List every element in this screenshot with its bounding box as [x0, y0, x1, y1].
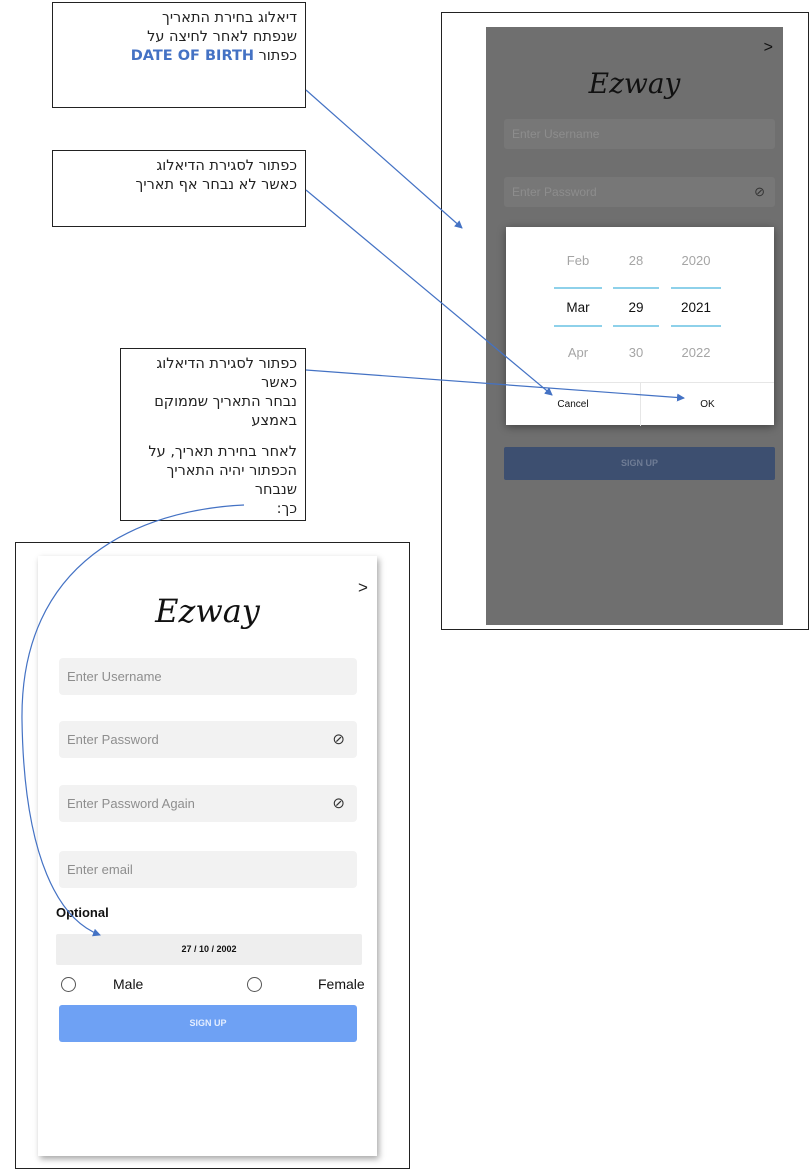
app-logo: Ezway [155, 592, 260, 630]
note-line: דיאלוג בחירת התאריך [162, 10, 297, 26]
month-next[interactable]: Apr [548, 345, 608, 360]
year-selected[interactable]: 2021 [666, 300, 726, 315]
password-placeholder: Enter Password [67, 732, 159, 747]
password-field[interactable]: Enter Password ⊘ [504, 177, 775, 207]
ok-button[interactable]: OK [641, 383, 774, 426]
back-chevron-icon[interactable]: > [764, 39, 773, 57]
day-next[interactable]: 30 [606, 345, 666, 360]
password-again-field[interactable]: Enter Password Again ⊘ [59, 785, 357, 822]
selection-line [671, 287, 721, 289]
note-line: הכפתור יהיה התאריך שנבחר [166, 463, 297, 498]
phone-screen-result: > Ezway Enter Username Enter Password ⊘ E… [38, 556, 377, 1156]
arrow-dialog [305, 89, 463, 229]
cancel-button[interactable]: Cancel [506, 383, 640, 426]
eye-off-icon[interactable]: ⊘ [332, 785, 345, 822]
annotation-date-dialog: דיאלוג בחירת התאריך שנפתח לאחר לחיצה על … [52, 2, 306, 108]
note-highlight: DATE OF BIRTH [130, 48, 254, 64]
note-line: כך: [276, 501, 297, 517]
note-text: כפתור [254, 48, 297, 64]
selection-line [554, 287, 602, 289]
selection-line [613, 287, 659, 289]
note-line: נבחר התאריך שממוקם באמצע [154, 394, 297, 429]
day-prev[interactable]: 28 [606, 253, 666, 268]
date-of-birth-button[interactable]: 27 / 10 / 2002 [56, 934, 362, 965]
password-field[interactable]: Enter Password ⊘ [59, 721, 357, 758]
note-line: שנפתח לאחר לחיצה על [147, 29, 297, 45]
day-selected[interactable]: 29 [606, 300, 666, 315]
annotation-cancel: כפתור לסגירת הדיאלוג כאשר לא נבחר אף תאר… [52, 150, 306, 227]
email-field[interactable]: Enter email [59, 851, 357, 888]
note-line: לאחר בחירת תאריך, על [148, 444, 297, 460]
male-radio[interactable] [61, 977, 76, 992]
email-placeholder: Enter email [67, 862, 133, 877]
username-placeholder: Enter Username [67, 669, 162, 684]
signup-button[interactable]: SIGN UP [504, 447, 775, 480]
note-line: כפתור לסגירת הדיאלוג כאשר [156, 356, 297, 391]
app-logo: Ezway [588, 67, 681, 100]
selection-line [671, 325, 721, 327]
signup-button[interactable]: SIGN UP [59, 1005, 357, 1042]
female-radio[interactable] [247, 977, 262, 992]
note-line: כפתור DATE OF BIRTH [61, 47, 297, 66]
username-field[interactable]: Enter Username [504, 119, 775, 149]
female-label: Female [318, 976, 365, 992]
optional-label: Optional [56, 905, 109, 920]
selection-line [613, 325, 659, 327]
year-prev[interactable]: 2020 [666, 253, 726, 268]
eye-off-icon[interactable]: ⊘ [332, 721, 345, 758]
note-line: כאשר לא נבחר אף תאריך [135, 177, 297, 193]
eye-off-icon[interactable]: ⊘ [754, 177, 765, 207]
dialog-button-row: Cancel OK [506, 382, 774, 426]
month-prev[interactable]: Feb [548, 253, 608, 268]
username-field[interactable]: Enter Username [59, 658, 357, 695]
selection-line [554, 325, 602, 327]
password-again-placeholder: Enter Password Again [67, 796, 195, 811]
year-next[interactable]: 2022 [666, 345, 726, 360]
annotation-ok: כפתור לסגירת הדיאלוג כאשר נבחר התאריך שמ… [120, 348, 306, 521]
date-picker-dialog: Feb Mar Apr 28 29 30 2020 2021 2022 Canc… [506, 227, 774, 426]
male-label: Male [113, 976, 144, 992]
month-selected[interactable]: Mar [548, 300, 608, 315]
username-placeholder: Enter Username [512, 127, 600, 141]
password-placeholder: Enter Password [512, 185, 597, 199]
note-line: כפתור לסגירת הדיאלוג [156, 158, 297, 174]
